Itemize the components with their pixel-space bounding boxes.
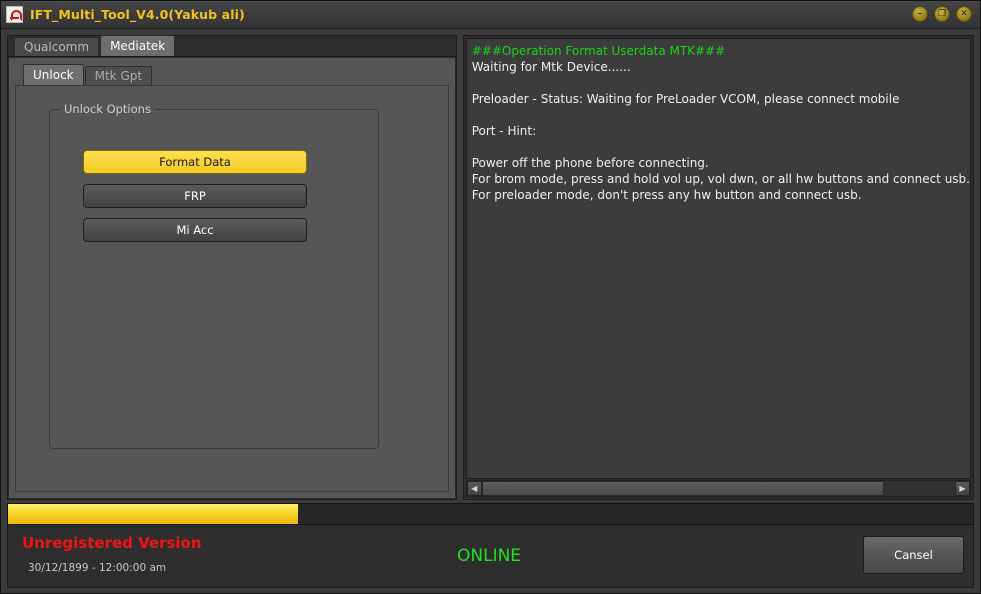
mi-acc-button[interactable]: Mi Acc: [83, 218, 307, 242]
log-horizontal-scrollbar[interactable]: ◀ ▶: [465, 480, 971, 497]
window-title: IFT_Multi_Tool_V4.0(Yakub ali): [30, 7, 245, 22]
app-logo-icon: [6, 6, 23, 23]
scrollbar-track[interactable]: [481, 481, 955, 496]
unlock-options-button-list: Format Data FRP Mi Acc: [83, 150, 307, 242]
tab-mediatek[interactable]: Mediatek: [100, 35, 176, 56]
chevron-right-icon: ▶: [959, 483, 966, 493]
application-window: IFT_Multi_Tool_V4.0(Yakub ali) – ❒ ✕ Qua…: [0, 0, 981, 594]
log-output[interactable]: ###Operation Format Userdata MTK### Wait…: [465, 38, 971, 479]
log-line: Preloader - Status: Waiting for PreLoade…: [471, 92, 900, 106]
bottom-status-area: Unregistered Version 30/12/1899 - 12:00:…: [1, 500, 980, 593]
log-line-blank: [472, 75, 970, 91]
frp-button[interactable]: FRP: [83, 184, 307, 208]
chevron-left-icon: ◀: [471, 483, 478, 493]
log-line-blank: [472, 107, 970, 123]
log-line: Power off the phone before connecting.: [471, 156, 709, 170]
close-icon: ✕: [960, 9, 968, 19]
progress-bar: [7, 503, 974, 525]
log-line: ###Operation Format Userdata MTK###: [471, 44, 726, 58]
scroll-right-button[interactable]: ▶: [955, 481, 970, 496]
format-data-button[interactable]: Format Data: [83, 150, 307, 174]
scroll-left-button[interactable]: ◀: [466, 481, 482, 496]
left-panel: Qualcomm Mediatek Unlock Mtk Gpt Unlock …: [7, 35, 457, 500]
status-bar: Unregistered Version 30/12/1899 - 12:00:…: [7, 525, 974, 588]
unlock-options-title: Unlock Options: [60, 102, 155, 116]
log-line: For preloader mode, don't press any hw b…: [471, 188, 862, 202]
log-line: For brom mode, press and hold vol up, vo…: [471, 172, 970, 186]
license-datetime: 30/12/1899 - 12:00:00 am: [28, 562, 167, 574]
log-panel: ###Operation Format Userdata MTK### Wait…: [462, 35, 974, 500]
registration-status: Unregistered Version: [22, 534, 202, 552]
log-line-blank: [472, 139, 970, 155]
maximize-button[interactable]: ❒: [934, 6, 950, 22]
window-controls: – ❒ ✕: [912, 6, 972, 22]
mediatek-tab-page: Unlock Mtk Gpt Unlock Options Format Dat…: [8, 57, 456, 499]
connection-status: ONLINE: [457, 546, 522, 566]
tab-mtk-gpt[interactable]: Mtk Gpt: [84, 66, 153, 85]
tab-unlock[interactable]: Unlock: [23, 64, 84, 85]
scrollbar-thumb[interactable]: [481, 481, 884, 496]
main-tab-strip: Qualcomm Mediatek: [8, 35, 456, 57]
minimize-button[interactable]: –: [912, 6, 928, 22]
maximize-icon: ❒: [937, 9, 947, 19]
main-content-area: Qualcomm Mediatek Unlock Mtk Gpt Unlock …: [1, 29, 980, 500]
progress-bar-fill: [8, 504, 298, 524]
unlock-options-group: Unlock Options Format Data FRP Mi Acc: [49, 102, 379, 449]
cancel-button[interactable]: Cansel: [863, 536, 964, 574]
unlock-tab-page: Unlock Options Format Data FRP Mi Acc: [15, 85, 449, 492]
close-button[interactable]: ✕: [956, 6, 972, 22]
log-line: Waiting for Mtk Device......: [471, 60, 631, 74]
log-line: Port - Hint:: [471, 124, 537, 138]
minimize-icon: –: [917, 9, 923, 19]
sub-tab-strip: Unlock Mtk Gpt: [15, 64, 449, 85]
tab-qualcomm[interactable]: Qualcomm: [14, 37, 100, 56]
title-bar: IFT_Multi_Tool_V4.0(Yakub ali) – ❒ ✕: [1, 1, 980, 29]
